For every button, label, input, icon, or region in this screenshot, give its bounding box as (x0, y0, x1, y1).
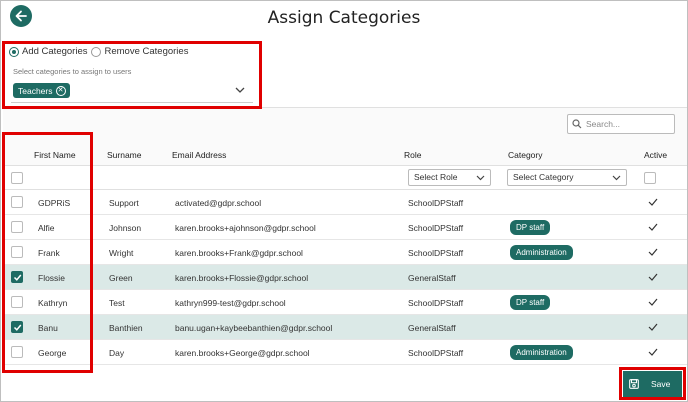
table-body: GDPRiS Support activated@gdpr.school School… (3, 190, 687, 365)
row-checkbox[interactable] (11, 296, 23, 308)
cell-surname: Test (109, 298, 125, 308)
cell-role: SchoolDPStaff (408, 198, 464, 208)
category-hint: Select categories to assign to users (13, 67, 132, 76)
checkmark-icon (648, 223, 658, 231)
checkmark-icon (648, 323, 658, 331)
select-all-checkbox[interactable] (11, 172, 23, 184)
row-checkbox[interactable] (11, 221, 23, 233)
close-circle-icon[interactable]: ✕ (55, 85, 66, 96)
table-row[interactable]: Banu Banthien banu.ugan+kaybeebanthien@gdp… (3, 315, 687, 340)
category-badge: Administration (510, 245, 573, 260)
active-filter-checkbox[interactable] (644, 172, 656, 184)
cell-surname: Banthien (109, 323, 143, 333)
row-checkbox[interactable] (11, 271, 23, 283)
table-header: First Name Surname Email Address Role Ca… (3, 146, 687, 166)
add-categories-radio[interactable]: Add Categories (9, 46, 87, 57)
chevron-down-icon[interactable] (235, 86, 245, 94)
table-row[interactable]: Kathryn Test kathryn999-test@gdpr.school Sc… (3, 290, 687, 315)
filter-row: Select Role Select Category (3, 165, 687, 190)
row-checkbox[interactable] (11, 246, 23, 258)
category-chip: Teachers ✕ (13, 83, 70, 98)
checkmark-icon (648, 248, 658, 256)
save-label: Save (651, 379, 671, 389)
cell-surname: Support (109, 198, 139, 208)
cell-email: kathryn999-test@gdpr.school (175, 298, 286, 308)
role-filter-select[interactable]: Select Role (408, 169, 491, 186)
radio-selected-icon[interactable] (9, 46, 19, 57)
table-row[interactable]: Alfie Johnson karen.brooks+ajohnson@gdpr.s… (3, 215, 687, 240)
checkmark-icon (13, 324, 22, 331)
cell-role: GeneralStaff (408, 323, 456, 333)
remove-categories-radio[interactable]: Remove Categories (91, 46, 188, 57)
category-badge: DP staff (510, 295, 551, 310)
col-category[interactable]: Category (508, 150, 543, 160)
row-checkbox[interactable] (11, 196, 23, 208)
category-panel: Add Categories Remove Categories Select … (3, 41, 261, 107)
cell-surname: Day (109, 348, 125, 358)
cell-email: karen.brooks+Frank@gdpr.school (175, 248, 303, 258)
role-filter-value: Select Role (414, 172, 458, 182)
col-role[interactable]: Role (404, 150, 421, 160)
col-surname[interactable]: Surname (107, 150, 142, 160)
category-filter-select[interactable]: Select Category (507, 169, 627, 186)
cell-first-name: Banu (38, 323, 58, 333)
category-chip-label: Teachers (18, 85, 53, 96)
col-active[interactable]: Active (644, 150, 667, 160)
search-input[interactable]: Search... (567, 114, 675, 134)
col-first-name[interactable]: First Name (34, 150, 76, 160)
save-button[interactable]: Save (623, 371, 682, 397)
cell-role: SchoolDPStaff (408, 298, 464, 308)
cell-surname: Green (109, 273, 133, 283)
page-title: Assign Categories (267, 8, 421, 28)
row-checkbox[interactable] (11, 346, 23, 358)
search-icon (572, 119, 582, 129)
cell-first-name: GDPRiS (38, 198, 71, 208)
checkmark-icon (648, 273, 658, 281)
save-disk-icon (629, 379, 639, 389)
category-select[interactable]: Teachers ✕ (11, 77, 253, 103)
cell-role: SchoolDPStaff (408, 223, 464, 233)
add-categories-label: Add Categories (22, 46, 88, 57)
row-checkbox[interactable] (11, 321, 23, 333)
chevron-down-icon (476, 175, 485, 181)
app-window: Assign Categories Add Categories Remove … (0, 0, 688, 402)
cell-first-name: George (38, 348, 67, 358)
cell-first-name: Frank (38, 248, 60, 258)
table-row[interactable]: Flossie Green karen.brooks+Flossie@gdpr.sc… (3, 265, 687, 290)
category-badge: Administration (510, 345, 573, 360)
cell-role: SchoolDPStaff (408, 248, 464, 258)
checkmark-icon (648, 348, 658, 356)
cell-first-name: Alfie (38, 223, 55, 233)
checkmark-icon (648, 298, 658, 306)
cell-first-name: Kathryn (38, 298, 68, 308)
cell-surname: Wright (109, 248, 134, 258)
cell-email: banu.ugan+kaybeebanthien@gdpr.school (175, 323, 333, 333)
cell-email: karen.brooks+Flossie@gdpr.school (175, 273, 309, 283)
table-row[interactable]: GDPRiS Support activated@gdpr.school School… (3, 190, 687, 215)
chevron-down-icon (612, 175, 621, 181)
users-table: Search... First Name Surname Email Addre… (3, 107, 687, 365)
search-placeholder: Search... (586, 119, 621, 129)
checkmark-icon (648, 198, 658, 206)
checkmark-icon (13, 274, 22, 281)
cell-email: karen.brooks+ajohnson@gdpr.school (175, 223, 316, 233)
cell-first-name: Flossie (38, 273, 65, 283)
radio-unselected-icon[interactable] (91, 46, 102, 57)
cell-surname: Johnson (109, 223, 142, 233)
remove-categories-label: Remove Categories (104, 46, 189, 57)
cell-email: activated@gdpr.school (175, 198, 262, 208)
category-filter-value: Select Category (513, 172, 574, 182)
cell-email: karen.brooks+George@gdpr.school (175, 348, 310, 358)
category-badge: DP staff (510, 220, 551, 235)
table-row[interactable]: Frank Wright karen.brooks+Frank@gdpr.schoo… (3, 240, 687, 265)
cell-role: SchoolDPStaff (408, 348, 464, 358)
table-row[interactable]: George Day karen.brooks+George@gdpr.school… (3, 340, 687, 365)
mode-radio-group: Add Categories Remove Categories (9, 46, 192, 57)
col-email[interactable]: Email Address (172, 150, 226, 160)
cell-role: GeneralStaff (408, 273, 456, 283)
